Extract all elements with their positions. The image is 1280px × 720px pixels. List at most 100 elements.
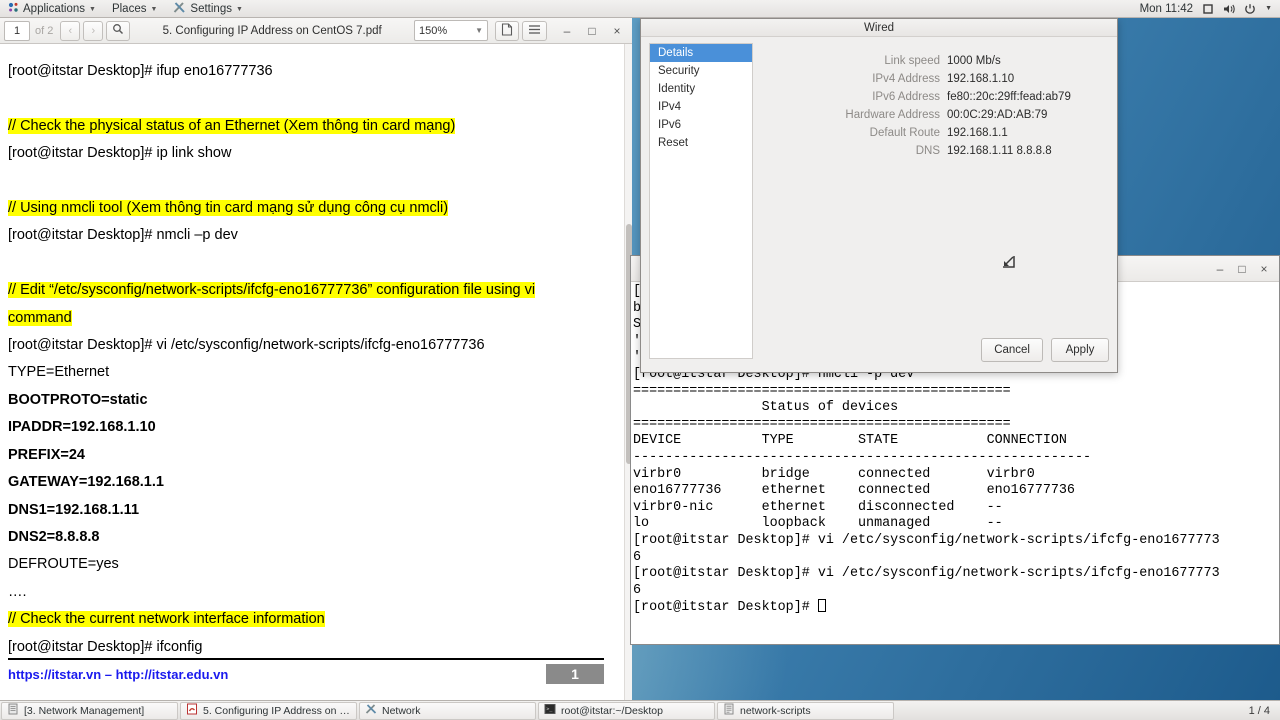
terminal-line: [root@itstar Desktop]# vi /etc/sysconfig… [633, 566, 1220, 582]
document-icon [7, 703, 19, 718]
terminal-line: [root@itstar Desktop]# [633, 599, 1279, 617]
wired-sidebar-item-details[interactable]: Details [650, 44, 752, 62]
panel-menu-applications[interactable]: Applications ▼ [0, 0, 104, 18]
panel-menu-settings-label: Settings [190, 2, 232, 15]
terminal-line: 6 [633, 549, 642, 565]
pdf-text-run: TYPE=Ethernet [8, 364, 110, 381]
footer-page-number: 1 [546, 664, 604, 684]
pdf-text-line: [root@itstar Desktop]# nmcli –p dev [8, 222, 612, 249]
chevron-down-icon[interactable]: ▼ [1265, 5, 1272, 12]
pdf-text-run: // Check the current network interface i… [8, 611, 325, 628]
taskbar-item-1[interactable]: [3. Network Management] [1, 701, 178, 720]
pdf-text-run: // Check the physical status of an Ether… [8, 117, 456, 134]
wired-detail-value: 192.168.1.10 [947, 73, 1015, 85]
resize-down-left-icon[interactable] [1001, 254, 1017, 270]
page-number-input[interactable] [4, 20, 30, 41]
terminal-line: lo loopback unmanaged -- [633, 516, 1003, 532]
pdf-text-line: // Edit “/etc/sysconfig/network-scripts/… [8, 277, 612, 304]
terminal-line: [root@itstar Desktop]# vi /etc/sysconfig… [633, 532, 1220, 548]
workspace-indicator[interactable]: 1 / 4 [1249, 705, 1280, 717]
page-view-icon [501, 22, 513, 39]
pdf-text-line: [root@itstar Desktop]# ifconfig [8, 634, 612, 661]
taskbar-item-label: Network [382, 704, 421, 717]
taskbar-item-label: network-scripts [740, 704, 811, 717]
pdf-viewer-window: of 2 ‹ › 5. Configuring IP Address on Ce… [0, 18, 632, 702]
wired-detail-value: 00:0C:29:AD:AB:79 [947, 109, 1048, 121]
wired-sidebar-item-label: Security [658, 65, 700, 77]
chevron-down-icon: ▼ [235, 6, 243, 13]
pdf-text-run: DNS2=8.8.8.8 [8, 528, 100, 545]
pdf-text-line: DEFROUTE=yes [8, 551, 612, 578]
power-icon[interactable] [1244, 3, 1256, 15]
panel-menu-places[interactable]: Places ▼ [104, 0, 165, 18]
footer-link[interactable]: https://itstar.vn – http://itstar.edu.vn [8, 667, 228, 682]
pdf-text-line: DNS2=8.8.8.8 [8, 524, 612, 551]
wired-sidebar-item-identity[interactable]: Identity [650, 80, 752, 98]
pdf-text-line: // Using nmcli tool (Xem thông tin card … [8, 195, 612, 222]
zoom-level-select[interactable]: 150% ▼ [414, 20, 488, 41]
pdf-text-run: DEFROUTE=yes [8, 556, 119, 573]
pdf-text-line: command [8, 305, 612, 332]
folder-document-icon [723, 703, 735, 718]
terminal-minimize-button[interactable]: – [1209, 259, 1231, 279]
terminal-maximize-button[interactable]: □ [1231, 259, 1253, 279]
taskbar-item-2[interactable]: 5. Configuring IP Address on Cent... [180, 701, 357, 720]
pdf-maximize-button[interactable]: □ [581, 21, 603, 41]
pdf-text-run: // Edit “/etc/sysconfig/network-scripts/… [8, 282, 536, 299]
panel-menu-settings[interactable]: Settings ▼ [165, 0, 251, 18]
taskbar-item-3[interactable]: Network [359, 701, 536, 720]
pdf-page-content: [root@itstar Desktop]# ifup eno16777736 … [0, 44, 624, 702]
wired-sidebar: Details Security Identity IPv4 IPv6 Reset [649, 43, 753, 359]
wired-sidebar-item-label: IPv4 [658, 101, 682, 113]
pdf-minimize-button[interactable]: – [556, 21, 578, 41]
screen-icon[interactable] [1202, 3, 1214, 15]
wired-sidebar-item-ipv4[interactable]: IPv4 [650, 98, 752, 116]
pdf-text-body: [root@itstar Desktop]# ifup eno16777736 … [8, 58, 612, 661]
wired-detail-row: Link speed 1000 Mb/s [761, 55, 1107, 67]
pdf-text-line: PREFIX=24 [8, 442, 612, 469]
wired-sidebar-item-label: IPv6 [658, 119, 682, 131]
settings-tools-icon [365, 703, 377, 718]
volume-icon[interactable] [1223, 3, 1235, 15]
zoom-level-value: 150% [419, 24, 448, 37]
main-menu-button[interactable] [522, 20, 547, 41]
settings-tools-icon [173, 1, 186, 17]
pdf-text-line: [root@itstar Desktop]# ip link show [8, 140, 612, 167]
pdf-page-footer: https://itstar.vn – http://itstar.edu.vn… [8, 658, 604, 684]
previous-page-button[interactable]: ‹ [60, 20, 81, 41]
wired-detail-key: Hardware Address [845, 109, 940, 121]
pdf-text-run: PREFIX=24 [8, 446, 85, 463]
wired-detail-key: IPv4 Address [872, 73, 940, 85]
apply-button[interactable]: Apply [1051, 338, 1109, 362]
cancel-button[interactable]: Cancel [981, 338, 1043, 362]
next-page-button[interactable]: › [83, 20, 104, 41]
hamburger-menu-icon [528, 24, 541, 38]
terminal-line: ========================================… [633, 383, 1011, 399]
panel-clock[interactable]: Mon 11:42 [1140, 3, 1194, 15]
terminal-line: ========================================… [633, 416, 1011, 432]
pdf-text-run: [root@itstar Desktop]# ifconfig [8, 638, 203, 655]
search-button[interactable] [106, 20, 131, 41]
taskbar-item-5[interactable]: network-scripts [717, 701, 894, 720]
pdf-text-line [8, 85, 612, 112]
wired-sidebar-item-reset[interactable]: Reset [650, 134, 752, 152]
wired-sidebar-item-security[interactable]: Security [650, 62, 752, 80]
wired-detail-value: 192.168.1.1 [947, 127, 1008, 139]
terminal-close-button[interactable]: × [1253, 259, 1275, 279]
terminal-icon: >_ [544, 703, 556, 718]
pdf-text-run: // Using nmcli tool (Xem thông tin card … [8, 200, 449, 217]
pdf-close-button[interactable]: × [606, 21, 628, 41]
taskbar-item-4[interactable]: >_ root@itstar:~/Desktop [538, 701, 715, 720]
app-grid-icon [8, 2, 19, 16]
page-view-button[interactable] [495, 20, 519, 41]
pdf-text-line: BOOTPROTO=static [8, 387, 612, 414]
panel-menu-applications-label: Applications [23, 2, 86, 15]
taskbar-window-list: [3. Network Management] 5. Configuring IP… [0, 701, 895, 720]
wired-sidebar-item-ipv6[interactable]: IPv6 [650, 116, 752, 134]
pdf-text-run: [root@itstar Desktop]# vi /etc/sysconfig… [8, 337, 485, 354]
pdf-text-run: …. [8, 583, 27, 600]
wired-details-panel: Link speed 1000 Mb/s IPv4 Address 192.168.1… [761, 55, 1107, 163]
wired-dialog-actions: Cancel Apply [981, 338, 1109, 362]
wired-sidebar-item-label: Identity [658, 83, 696, 95]
wired-settings-dialog: Wired Details Security Identity IPv4 IPv6 Res… [640, 18, 1118, 373]
